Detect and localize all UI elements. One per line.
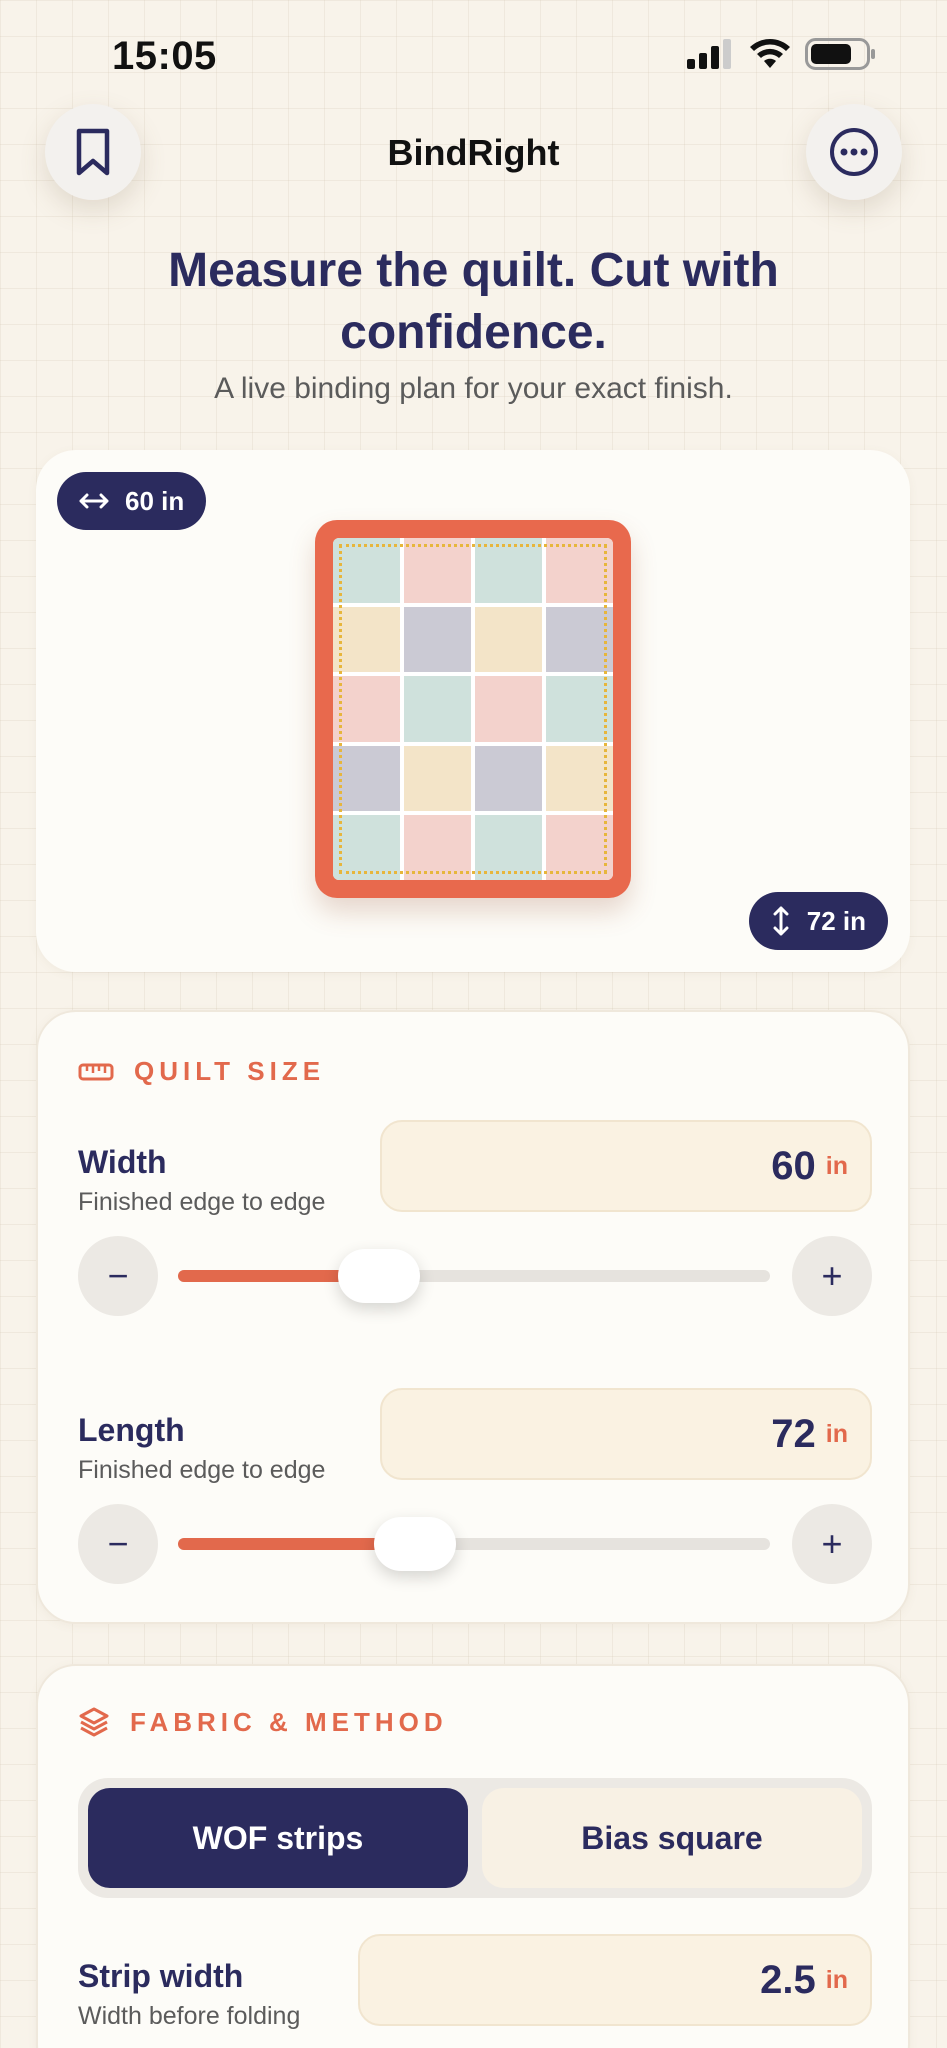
vertical-arrows-icon	[773, 906, 789, 936]
quilt-block	[475, 538, 542, 604]
method-option-wof-strips[interactable]: WOF strips	[88, 1788, 468, 1888]
fabric-method-card: FABRIC & METHOD WOF strips Bias square S…	[36, 1664, 910, 2048]
length-badge: 72 in	[748, 892, 888, 950]
length-sublabel: Finished edge to edge	[78, 1456, 326, 1484]
width-increment-button[interactable]: +	[792, 1236, 872, 1316]
length-increment-button[interactable]: +	[792, 1504, 872, 1584]
quilt-block	[333, 538, 400, 604]
width-decrement-button[interactable]: −	[78, 1236, 158, 1316]
quilt-block	[546, 607, 613, 673]
length-decrement-button[interactable]: −	[78, 1504, 158, 1584]
quilt-size-header: QUILT SIZE	[78, 1056, 325, 1087]
page-subline: A live binding plan for your exact finis…	[214, 372, 733, 405]
width-label: Width	[78, 1144, 167, 1180]
more-options-button[interactable]	[806, 104, 902, 200]
width-value: 60	[771, 1143, 816, 1188]
length-badge-label: 72 in	[806, 905, 866, 936]
wifi-icon	[750, 39, 790, 68]
strip-width-input[interactable]: 2.5 in	[358, 1934, 872, 2026]
quilt-block	[475, 607, 542, 673]
status-bar: 15:05	[0, 0, 947, 110]
width-input[interactable]: 60 in	[380, 1120, 872, 1212]
quilt-block	[546, 676, 613, 742]
length-label: Length	[78, 1412, 185, 1448]
quilt-preview	[315, 520, 631, 898]
length-slider-thumb[interactable]	[373, 1517, 456, 1571]
fabric-method-header: FABRIC & METHOD	[78, 1706, 448, 1738]
nav-bar: BindRight	[0, 104, 947, 204]
page-headline: Measure the quilt. Cut with confidence.	[168, 244, 779, 359]
fabric-method-title: FABRIC & METHOD	[130, 1706, 448, 1737]
width-slider[interactable]	[178, 1249, 770, 1303]
app-title: BindRight	[387, 132, 560, 173]
quilt-size-card: QUILT SIZE Width Finished edge to edge 6…	[36, 1010, 910, 1624]
quilt-size-title: QUILT SIZE	[134, 1056, 326, 1086]
battery-icon	[805, 38, 875, 70]
quilt-block	[404, 607, 471, 673]
length-value: 72	[771, 1411, 816, 1456]
method-option-bias-square[interactable]: Bias square	[482, 1788, 862, 1888]
quilt-block	[546, 814, 613, 880]
length-input[interactable]: 72 in	[380, 1388, 872, 1480]
status-time: 15:05	[112, 34, 217, 78]
quilt-block	[333, 814, 400, 880]
width-badge-label: 60 in	[125, 485, 185, 516]
quilt-preview-card: 60 in 72 in	[36, 450, 910, 972]
quilt-block	[546, 745, 613, 811]
quilt-block	[333, 607, 400, 673]
width-slider-thumb[interactable]	[338, 1249, 421, 1303]
strip-width-sublabel: Width before folding	[78, 2002, 301, 2030]
quilt-block	[546, 538, 613, 604]
length-unit: in	[825, 1419, 848, 1448]
more-icon	[830, 128, 878, 176]
quilt-grid	[333, 538, 613, 880]
layers-icon	[79, 1707, 109, 1737]
strip-width-value: 2.5	[760, 1957, 816, 2002]
quilt-block	[333, 676, 400, 742]
horizontal-arrows-icon	[79, 493, 109, 509]
quilt-block	[404, 745, 471, 811]
status-icons	[687, 38, 877, 70]
strip-width-unit: in	[825, 1965, 848, 1994]
width-unit: in	[825, 1151, 848, 1180]
quilt-block	[475, 676, 542, 742]
quilt-block	[404, 676, 471, 742]
quilt-block	[475, 814, 542, 880]
cellular-signal-icon	[687, 39, 731, 69]
method-segmented-control: WOF strips Bias square	[78, 1778, 872, 1898]
ruler-icon	[78, 1063, 114, 1080]
quilt-block	[404, 538, 471, 604]
width-sublabel: Finished edge to edge	[78, 1188, 326, 1216]
quilt-block	[404, 814, 471, 880]
quilt-block	[333, 745, 400, 811]
length-slider[interactable]	[178, 1517, 770, 1571]
quilt-block	[475, 745, 542, 811]
width-badge: 60 in	[57, 472, 207, 530]
strip-width-label: Strip width	[78, 1958, 244, 1994]
